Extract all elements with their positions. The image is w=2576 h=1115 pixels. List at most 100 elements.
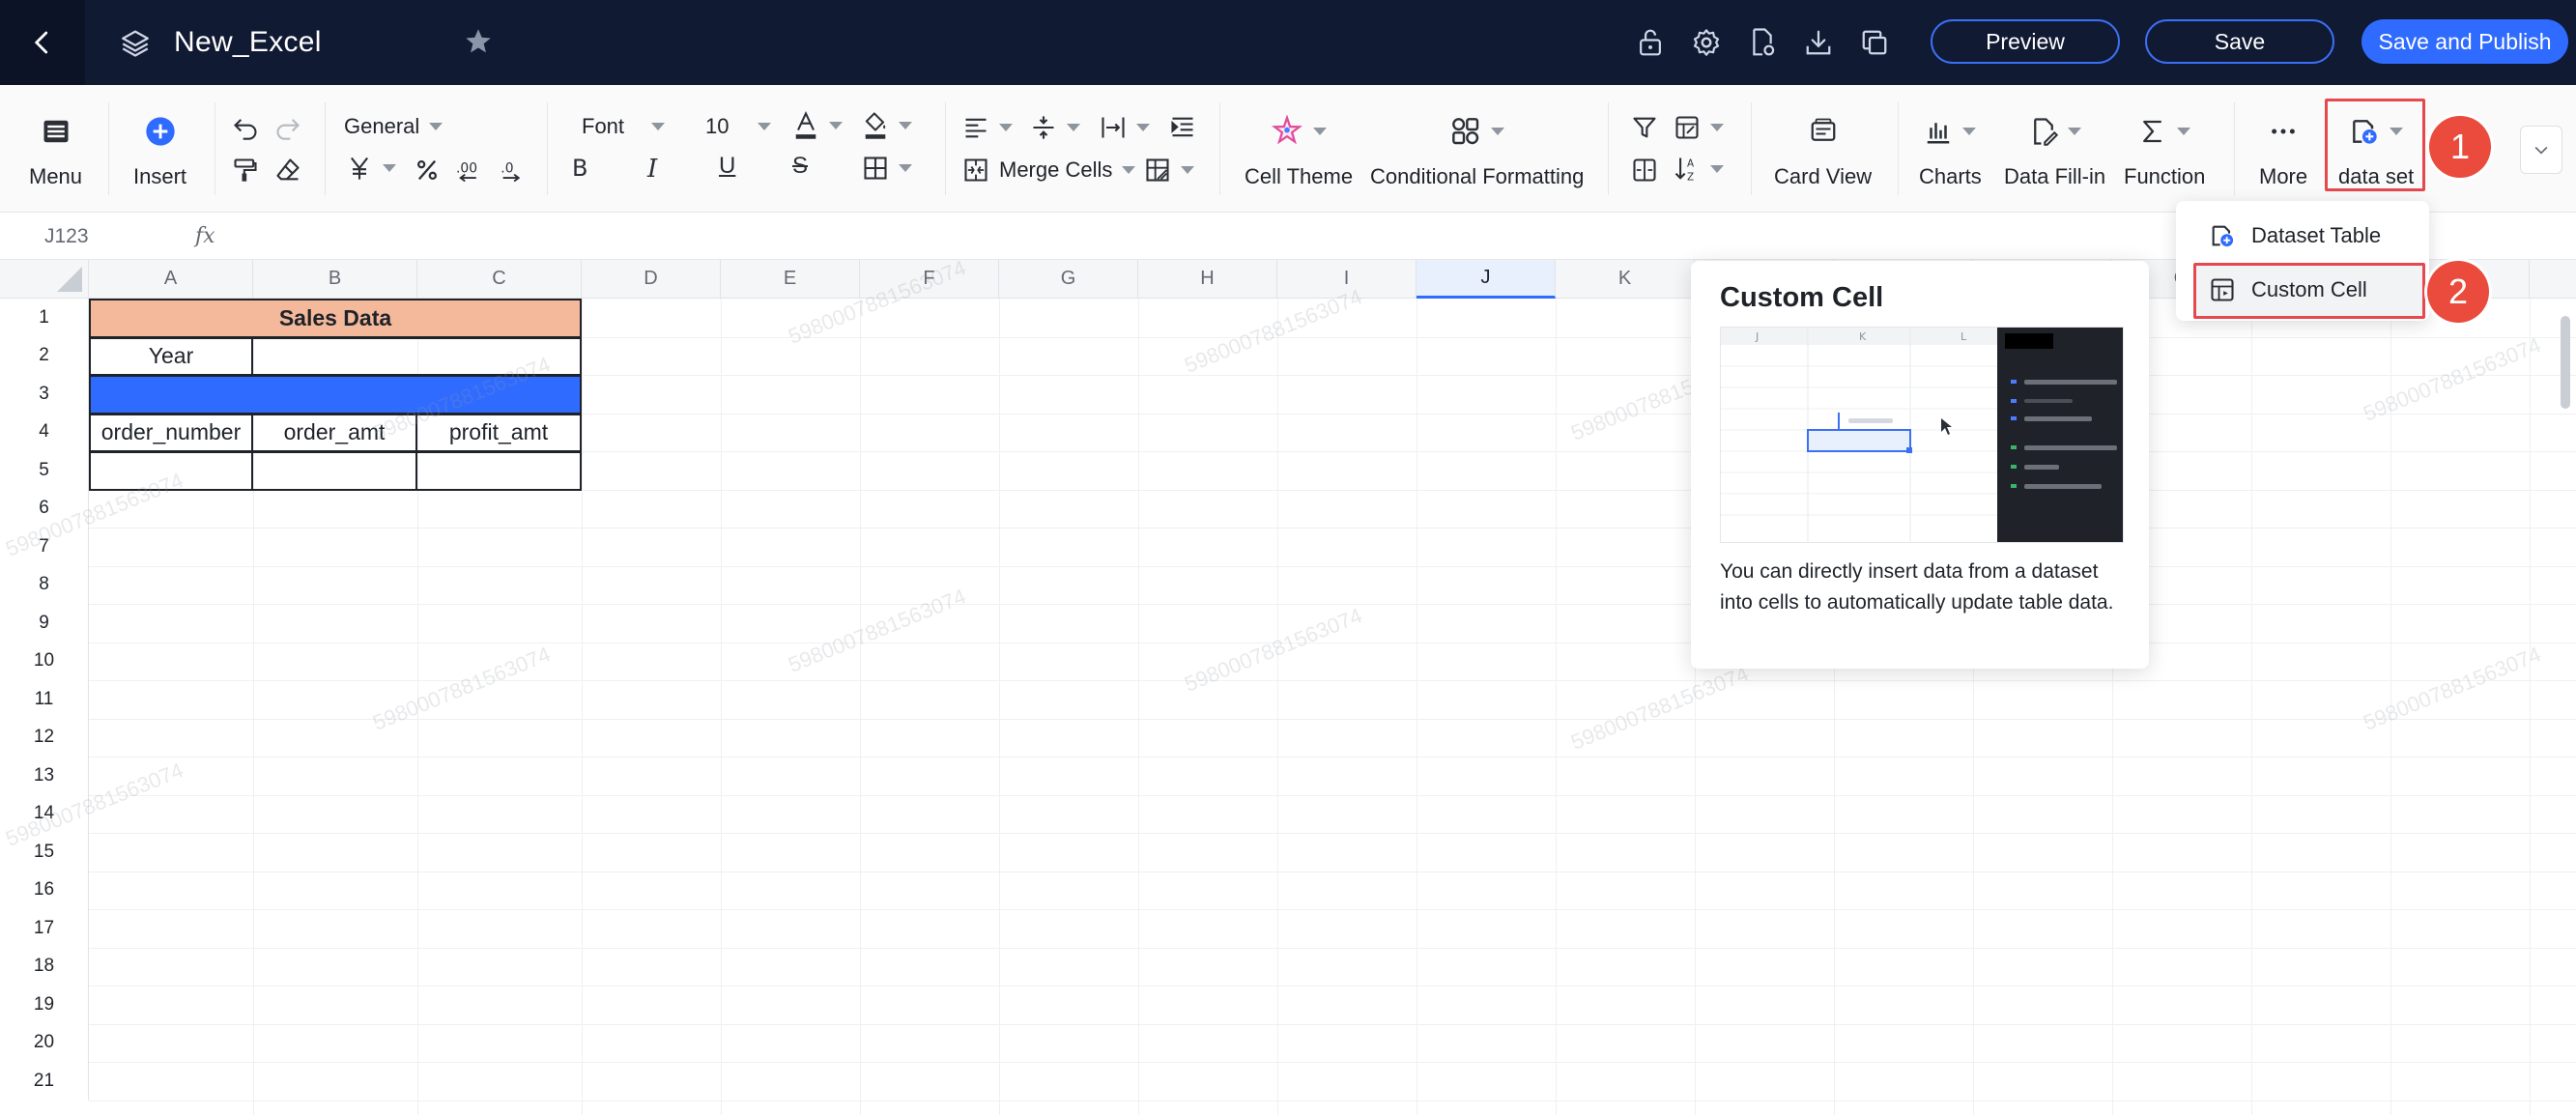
star-icon[interactable] — [462, 25, 495, 58]
cell-data-row[interactable] — [415, 451, 582, 491]
increase-decimal-button[interactable]: .0 — [499, 157, 528, 184]
text-wrap-button[interactable] — [1100, 114, 1150, 141]
menu-button[interactable]: Menu — [29, 112, 82, 189]
redo-button[interactable] — [274, 114, 301, 141]
insert-button[interactable]: Insert — [133, 112, 186, 189]
cell-sales-data-title[interactable]: Sales Data — [89, 299, 582, 338]
preview-button[interactable]: Preview — [1931, 19, 2120, 64]
borders-button[interactable] — [862, 155, 912, 182]
column-header-i[interactable]: I — [1277, 260, 1417, 299]
vertical-scrollbar[interactable] — [2561, 316, 2570, 409]
column-header-e[interactable]: E — [721, 260, 860, 299]
row-header-20[interactable]: 20 — [0, 1023, 89, 1062]
copy-icon[interactable] — [1857, 23, 1892, 62]
format-painter-button[interactable] — [232, 157, 259, 184]
font-size-value: 10 — [705, 114, 730, 138]
row-header-2[interactable]: 2 — [0, 336, 89, 375]
row-header-19[interactable]: 19 — [0, 986, 89, 1024]
data-validation-button[interactable] — [1674, 114, 1724, 141]
strikethrough-button[interactable]: S — [792, 153, 808, 180]
indent-button[interactable] — [1169, 114, 1196, 141]
cell-theme-button[interactable]: Cell Theme — [1245, 112, 1353, 189]
file-settings-icon[interactable] — [1745, 23, 1780, 62]
row-header-15[interactable]: 15 — [0, 833, 89, 872]
cell-data-row[interactable] — [251, 451, 417, 491]
lock-icon[interactable] — [1633, 23, 1668, 62]
column-header-c[interactable]: C — [417, 260, 582, 299]
split-column-button[interactable] — [1631, 157, 1658, 184]
spreadsheet-grid[interactable]: ABCDEFGHIJKLMNOPQR1234567891011121314151… — [0, 260, 2576, 1115]
decrease-decimal-button[interactable]: .00 — [456, 157, 485, 184]
italic-button[interactable]: I — [647, 155, 657, 184]
row-header-10[interactable]: 10 — [0, 642, 89, 680]
row-header-14[interactable]: 14 — [0, 794, 89, 833]
cell-year-value[interactable] — [251, 336, 582, 376]
cell-blue-band[interactable] — [89, 375, 582, 415]
row-header-17[interactable]: 17 — [0, 909, 89, 948]
font-select[interactable]: Font — [582, 114, 666, 139]
bold-button[interactable]: B — [572, 155, 587, 182]
merge-cells-button[interactable]: Merge Cells — [962, 157, 1136, 184]
column-header-j[interactable]: J — [1417, 260, 1556, 299]
dropdown-item-custom-cell[interactable]: Custom Cell — [2176, 263, 2429, 317]
fill-color-button[interactable] — [862, 110, 912, 141]
row-header-5[interactable]: 5 — [0, 451, 89, 490]
cell-data-row[interactable] — [89, 451, 253, 491]
clear-format-button[interactable] — [274, 157, 301, 184]
font-size-select[interactable]: 10 — [705, 114, 772, 139]
card-view-button[interactable]: Card View — [1774, 112, 1872, 189]
vertical-align-button[interactable] — [1030, 114, 1080, 141]
font-color-button[interactable] — [792, 110, 843, 141]
undo-button[interactable] — [232, 114, 259, 141]
data-fill-in-button[interactable]: Data Fill-in — [2004, 112, 2105, 189]
back-button[interactable] — [0, 0, 85, 85]
column-header-f[interactable]: F — [860, 260, 999, 299]
charts-button[interactable]: Charts — [1919, 112, 1982, 189]
horizontal-align-button[interactable] — [962, 114, 1013, 141]
cell-header-order-amt[interactable]: order_amt — [251, 413, 417, 452]
download-icon[interactable] — [1801, 23, 1836, 62]
percent-button[interactable] — [414, 157, 441, 184]
file-title[interactable]: New_Excel — [174, 26, 322, 59]
column-header-b[interactable]: B — [253, 260, 417, 299]
collapse-ribbon-button[interactable] — [2520, 126, 2562, 174]
row-header-9[interactable]: 9 — [0, 604, 89, 643]
row-header-8[interactable]: 8 — [0, 565, 89, 604]
column-header-d[interactable]: D — [582, 260, 721, 299]
row-header-13[interactable]: 13 — [0, 757, 89, 795]
dropdown-item-dataset-table[interactable]: Dataset Table — [2176, 209, 2429, 263]
row-header-6[interactable]: 6 — [0, 489, 89, 528]
row-header-18[interactable]: 18 — [0, 947, 89, 986]
select-all-corner[interactable] — [0, 260, 89, 299]
cell-header-profit-amt[interactable]: profit_amt — [415, 413, 582, 452]
function-button[interactable]: Function — [2124, 112, 2205, 189]
row-header-12[interactable]: 12 — [0, 718, 89, 757]
row-header-1[interactable]: 1 — [0, 299, 89, 337]
column-header-r[interactable]: R — [2530, 260, 2576, 299]
column-header-g[interactable]: G — [999, 260, 1138, 299]
layers-icon[interactable] — [116, 23, 155, 62]
save-button[interactable]: Save — [2145, 19, 2334, 64]
sort-button[interactable]: AZ — [1674, 155, 1724, 184]
freeze-button[interactable] — [1144, 157, 1194, 184]
cell-header-order-number[interactable]: order_number — [89, 413, 253, 452]
save-and-publish-button[interactable]: Save and Publish — [2361, 19, 2568, 64]
row-header-7[interactable]: 7 — [0, 528, 89, 566]
gear-icon[interactable] — [1689, 23, 1724, 62]
row-header-4[interactable]: 4 — [0, 413, 89, 451]
currency-button[interactable] — [346, 155, 396, 182]
conditional-formatting-button[interactable]: Conditional Formatting — [1370, 112, 1584, 189]
number-format-select[interactable]: General — [344, 114, 444, 139]
row-header-16[interactable]: 16 — [0, 871, 89, 909]
more-button[interactable]: More — [2259, 112, 2307, 189]
column-header-a[interactable]: A — [89, 260, 253, 299]
row-header-11[interactable]: 11 — [0, 680, 89, 719]
cell-year-label[interactable]: Year — [89, 336, 253, 376]
column-header-k[interactable]: K — [1556, 260, 1695, 299]
underline-button[interactable]: U — [719, 153, 735, 180]
filter-button[interactable] — [1631, 114, 1658, 141]
row-header-21[interactable]: 21 — [0, 1062, 89, 1101]
cell-reference[interactable]: J123 — [0, 225, 164, 248]
column-header-h[interactable]: H — [1138, 260, 1277, 299]
row-header-3[interactable]: 3 — [0, 375, 89, 414]
